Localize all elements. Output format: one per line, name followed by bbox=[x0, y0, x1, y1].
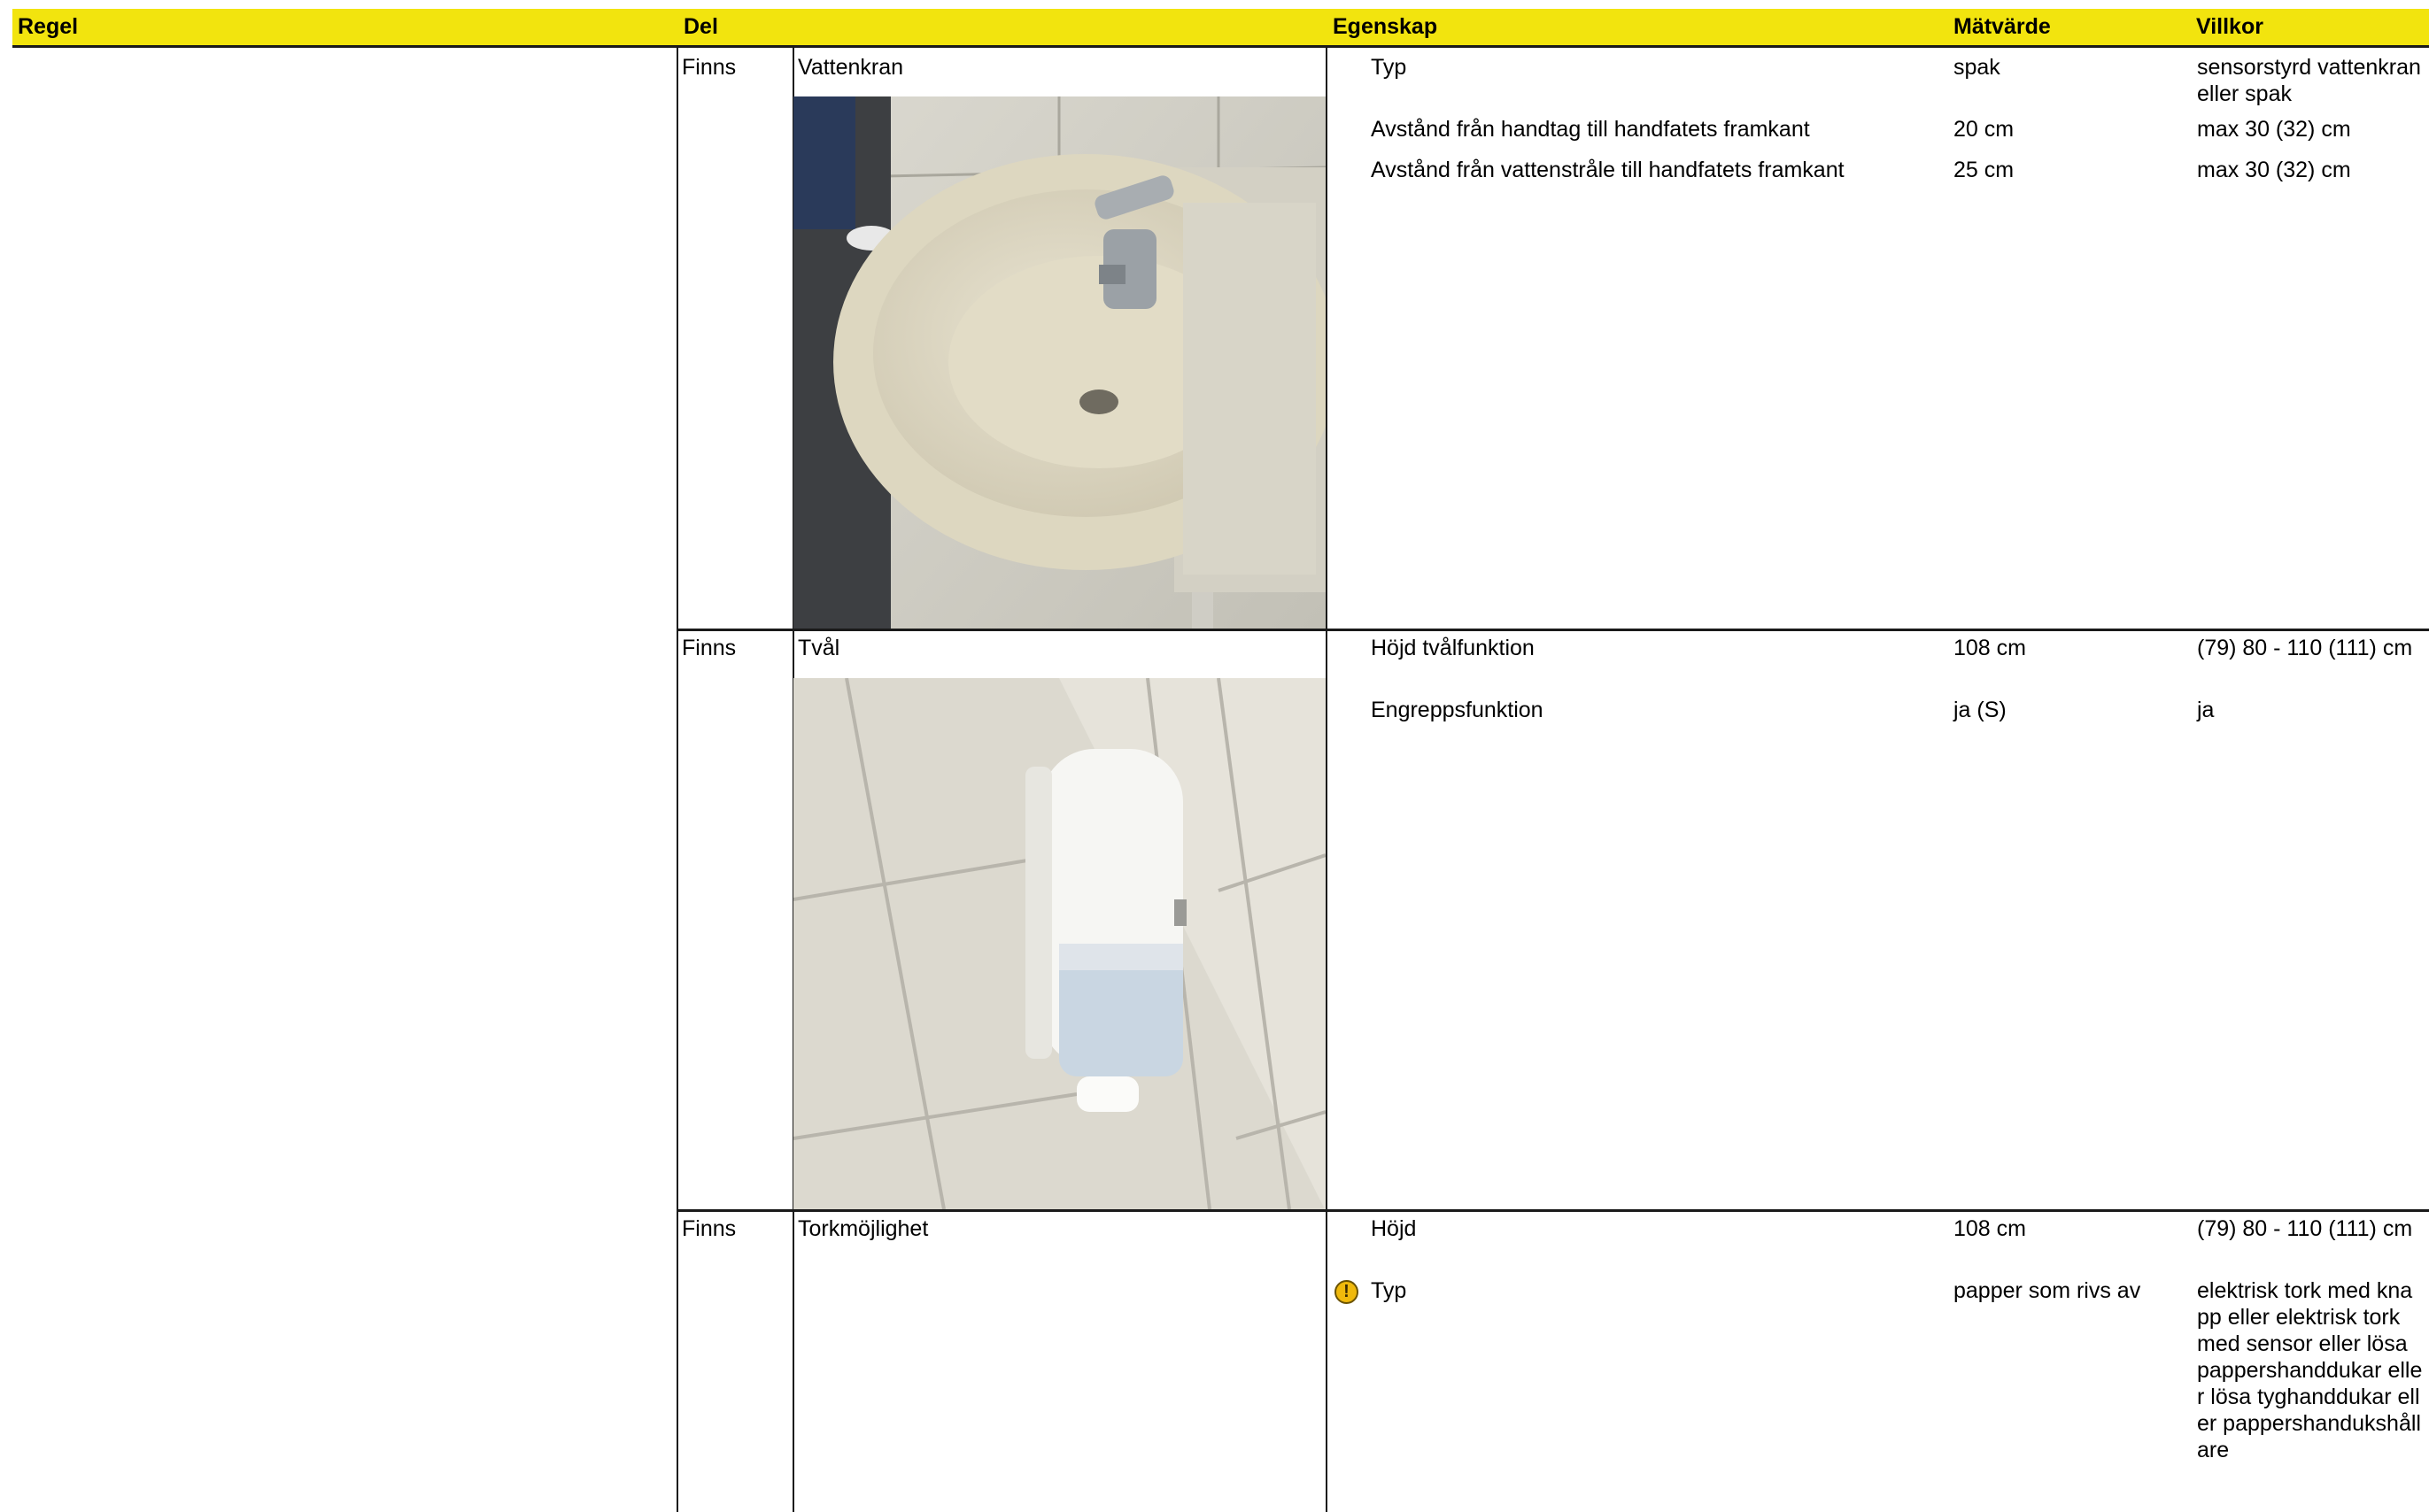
property-condition: max 30 (32) cm bbox=[2197, 158, 2351, 182]
property-value: papper som rivs av bbox=[1953, 1278, 2141, 1303]
property-condition: (79) 80 - 110 (111) cm bbox=[2197, 1216, 2413, 1241]
property-condition: max 30 (32) cm bbox=[2197, 117, 2351, 142]
header-regel: Regel bbox=[18, 14, 79, 39]
property-condition: ja bbox=[2197, 698, 2215, 722]
property-name: Engreppsfunktion bbox=[1371, 698, 1543, 722]
property-value: ja (S) bbox=[1953, 698, 2007, 722]
row-status: Finns bbox=[682, 636, 737, 660]
property-condition: (79) 80 - 110 (111) cm bbox=[2197, 636, 2413, 660]
row-part: Vattenkran bbox=[798, 55, 904, 80]
soap-dispenser-photo bbox=[793, 678, 1326, 1209]
row-divider-2 bbox=[677, 1209, 2429, 1212]
faucet-sink-photo bbox=[793, 96, 1326, 629]
divider-part-property bbox=[1326, 48, 1327, 1512]
property-condition: sensorstyrd vattenkran eller spak bbox=[2197, 55, 2421, 106]
property-name: Höjd tvålfunktion bbox=[1371, 636, 1535, 660]
property-name: Avstånd från vattenstråle till handfatet… bbox=[1371, 158, 1845, 182]
property-value: 20 cm bbox=[1953, 117, 2015, 142]
row-divider-1 bbox=[677, 629, 2429, 631]
row-part: Tvål bbox=[798, 636, 840, 660]
property-name: Avstånd från handtag till handfatets fra… bbox=[1371, 117, 1810, 142]
row-status: Finns bbox=[682, 55, 737, 80]
header-del: Del bbox=[684, 14, 718, 39]
divider-del-left bbox=[677, 48, 678, 1512]
property-value: 25 cm bbox=[1953, 158, 2015, 182]
row-status: Finns bbox=[682, 1216, 737, 1241]
property-name: Höjd bbox=[1371, 1216, 1417, 1241]
row-part: Torkmöjlighet bbox=[798, 1216, 929, 1241]
warning-icon: ! bbox=[1334, 1280, 1358, 1304]
header-matvarde: Mätvärde bbox=[1953, 14, 2051, 39]
property-name: Typ bbox=[1371, 1278, 1407, 1303]
header-egenskap: Egenskap bbox=[1333, 14, 1438, 39]
header-villkor: Villkor bbox=[2196, 14, 2263, 39]
property-value: 108 cm bbox=[1953, 636, 2026, 660]
property-condition: elektrisk tork med knapp eller elektrisk… bbox=[2197, 1278, 2423, 1462]
property-value: 108 cm bbox=[1953, 1216, 2026, 1241]
table-header: Regel Del Egenskap Mätvärde Villkor bbox=[12, 9, 2429, 48]
property-name: Typ bbox=[1371, 55, 1407, 80]
property-value: spak bbox=[1953, 55, 2000, 80]
